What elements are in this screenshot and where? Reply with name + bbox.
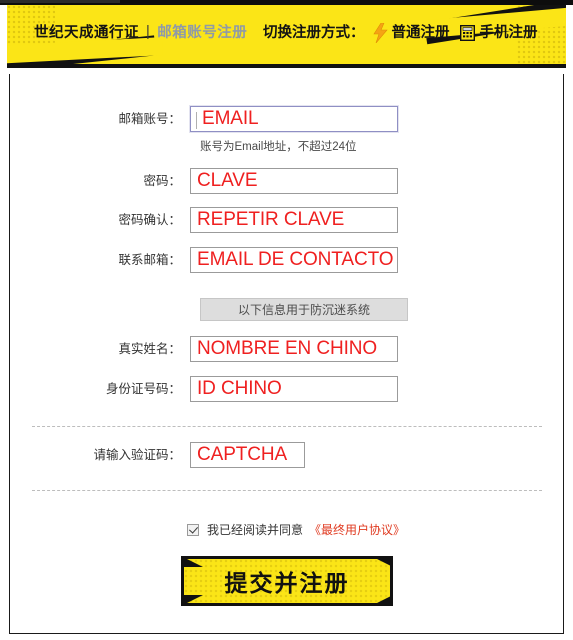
breadcrumb-current-page: 邮箱账号注册: [157, 25, 248, 41]
button-notch-bottom-right: [371, 595, 393, 606]
breadcrumb-separator: |: [146, 23, 151, 40]
mobile-phone-icon: [459, 24, 475, 41]
agreement-text: 我已经阅读并同意: [207, 523, 304, 537]
captcha-input-value: CAPTCHA: [197, 444, 288, 465]
form-row-password-confirm: 密码确认： REPETIR CLAVE: [10, 207, 398, 233]
label-captcha: 请输入验证码：: [93, 448, 181, 462]
page-banner: 世纪天成通行证 | 邮箱账号注册 切换注册方式： 普通注册 手机注册: [7, 5, 566, 68]
submit-register-button[interactable]: 提交并注册: [181, 556, 393, 606]
banner-content: 世纪天成通行证 | 邮箱账号注册 切换注册方式： 普通注册 手机注册: [7, 5, 566, 64]
divider-below-captcha: [32, 490, 542, 491]
id-number-input-value: ID CHINO: [197, 378, 282, 399]
form-row-id-number: 身份证号码： ID CHINO: [10, 376, 398, 402]
registration-form: 邮箱账号： EMAIL 账号为Email地址，不超过24位 密码： CLAVE …: [10, 74, 563, 632]
email-input[interactable]: EMAIL: [190, 106, 398, 132]
email-input-value: EMAIL: [202, 108, 259, 129]
anti-addiction-notice: 以下信息用于防沉迷系统: [200, 298, 408, 321]
eula-link[interactable]: 《最终用户协议》: [309, 521, 405, 538]
label-email: 邮箱账号：: [118, 112, 181, 126]
breadcrumb: 世纪天成通行证 | 邮箱账号注册: [34, 21, 247, 42]
password-confirm-input[interactable]: REPETIR CLAVE: [190, 207, 398, 233]
form-row-password: 密码： CLAVE: [10, 168, 398, 194]
hint-email: 账号为Email地址，不超过24位: [200, 141, 357, 153]
mode-option-phone[interactable]: 手机注册: [480, 21, 538, 42]
button-notch-top-right: [371, 556, 393, 567]
agreement-row: 我已经阅读并同意 《最终用户协议》: [187, 521, 405, 538]
label-password: 密码：: [143, 174, 181, 188]
text-caret: [196, 112, 197, 129]
page-border-right: [563, 74, 564, 634]
real-name-input-value: NOMBRE EN CHINO: [197, 338, 378, 359]
registration-page: 世纪天成通行证 | 邮箱账号注册 切换注册方式： 普通注册 手机注册 邮箱账号：…: [0, 0, 573, 640]
top-strip-accent: [0, 0, 120, 3]
brand-title: 世纪天成通行证: [34, 25, 139, 41]
form-row-captcha: 请输入验证码： CAPTCHA: [10, 442, 305, 468]
form-row-contact-email: 联系邮箱： EMAIL DE CONTACTO: [10, 247, 398, 273]
switch-mode-label: 切换注册方式：: [263, 25, 365, 41]
real-name-input[interactable]: NOMBRE EN CHINO: [190, 336, 398, 362]
page-border-bottom: [9, 633, 564, 634]
form-row-email: 邮箱账号： EMAIL: [10, 106, 398, 132]
password-input-value: CLAVE: [197, 170, 258, 191]
agreement-checkbox[interactable]: [187, 523, 199, 536]
label-id-number: 身份证号码：: [105, 382, 181, 396]
label-real-name: 真实姓名：: [118, 342, 181, 356]
submit-button-label: 提交并注册: [224, 570, 350, 596]
divider-above-captcha: [32, 426, 542, 427]
contact-email-input[interactable]: EMAIL DE CONTACTO: [190, 247, 398, 273]
lightning-bolt-icon: [372, 22, 388, 43]
register-mode-switch: 切换注册方式： 普通注册 手机注册: [263, 21, 538, 43]
submit-button-wrapper: 提交并注册: [181, 556, 393, 606]
contact-email-input-value: EMAIL DE CONTACTO: [197, 249, 394, 270]
password-input[interactable]: CLAVE: [190, 168, 398, 194]
id-number-input[interactable]: ID CHINO: [190, 376, 398, 402]
mode-option-normal[interactable]: 普通注册: [392, 21, 450, 42]
button-notch-bottom-left: [181, 595, 203, 606]
button-notch-top-left: [181, 556, 203, 567]
label-contact-email: 联系邮箱：: [118, 253, 181, 267]
captcha-input[interactable]: CAPTCHA: [190, 442, 305, 468]
password-confirm-input-value: REPETIR CLAVE: [197, 209, 345, 230]
label-password-confirm: 密码确认：: [118, 213, 181, 227]
form-row-real-name: 真实姓名： NOMBRE EN CHINO: [10, 336, 398, 362]
